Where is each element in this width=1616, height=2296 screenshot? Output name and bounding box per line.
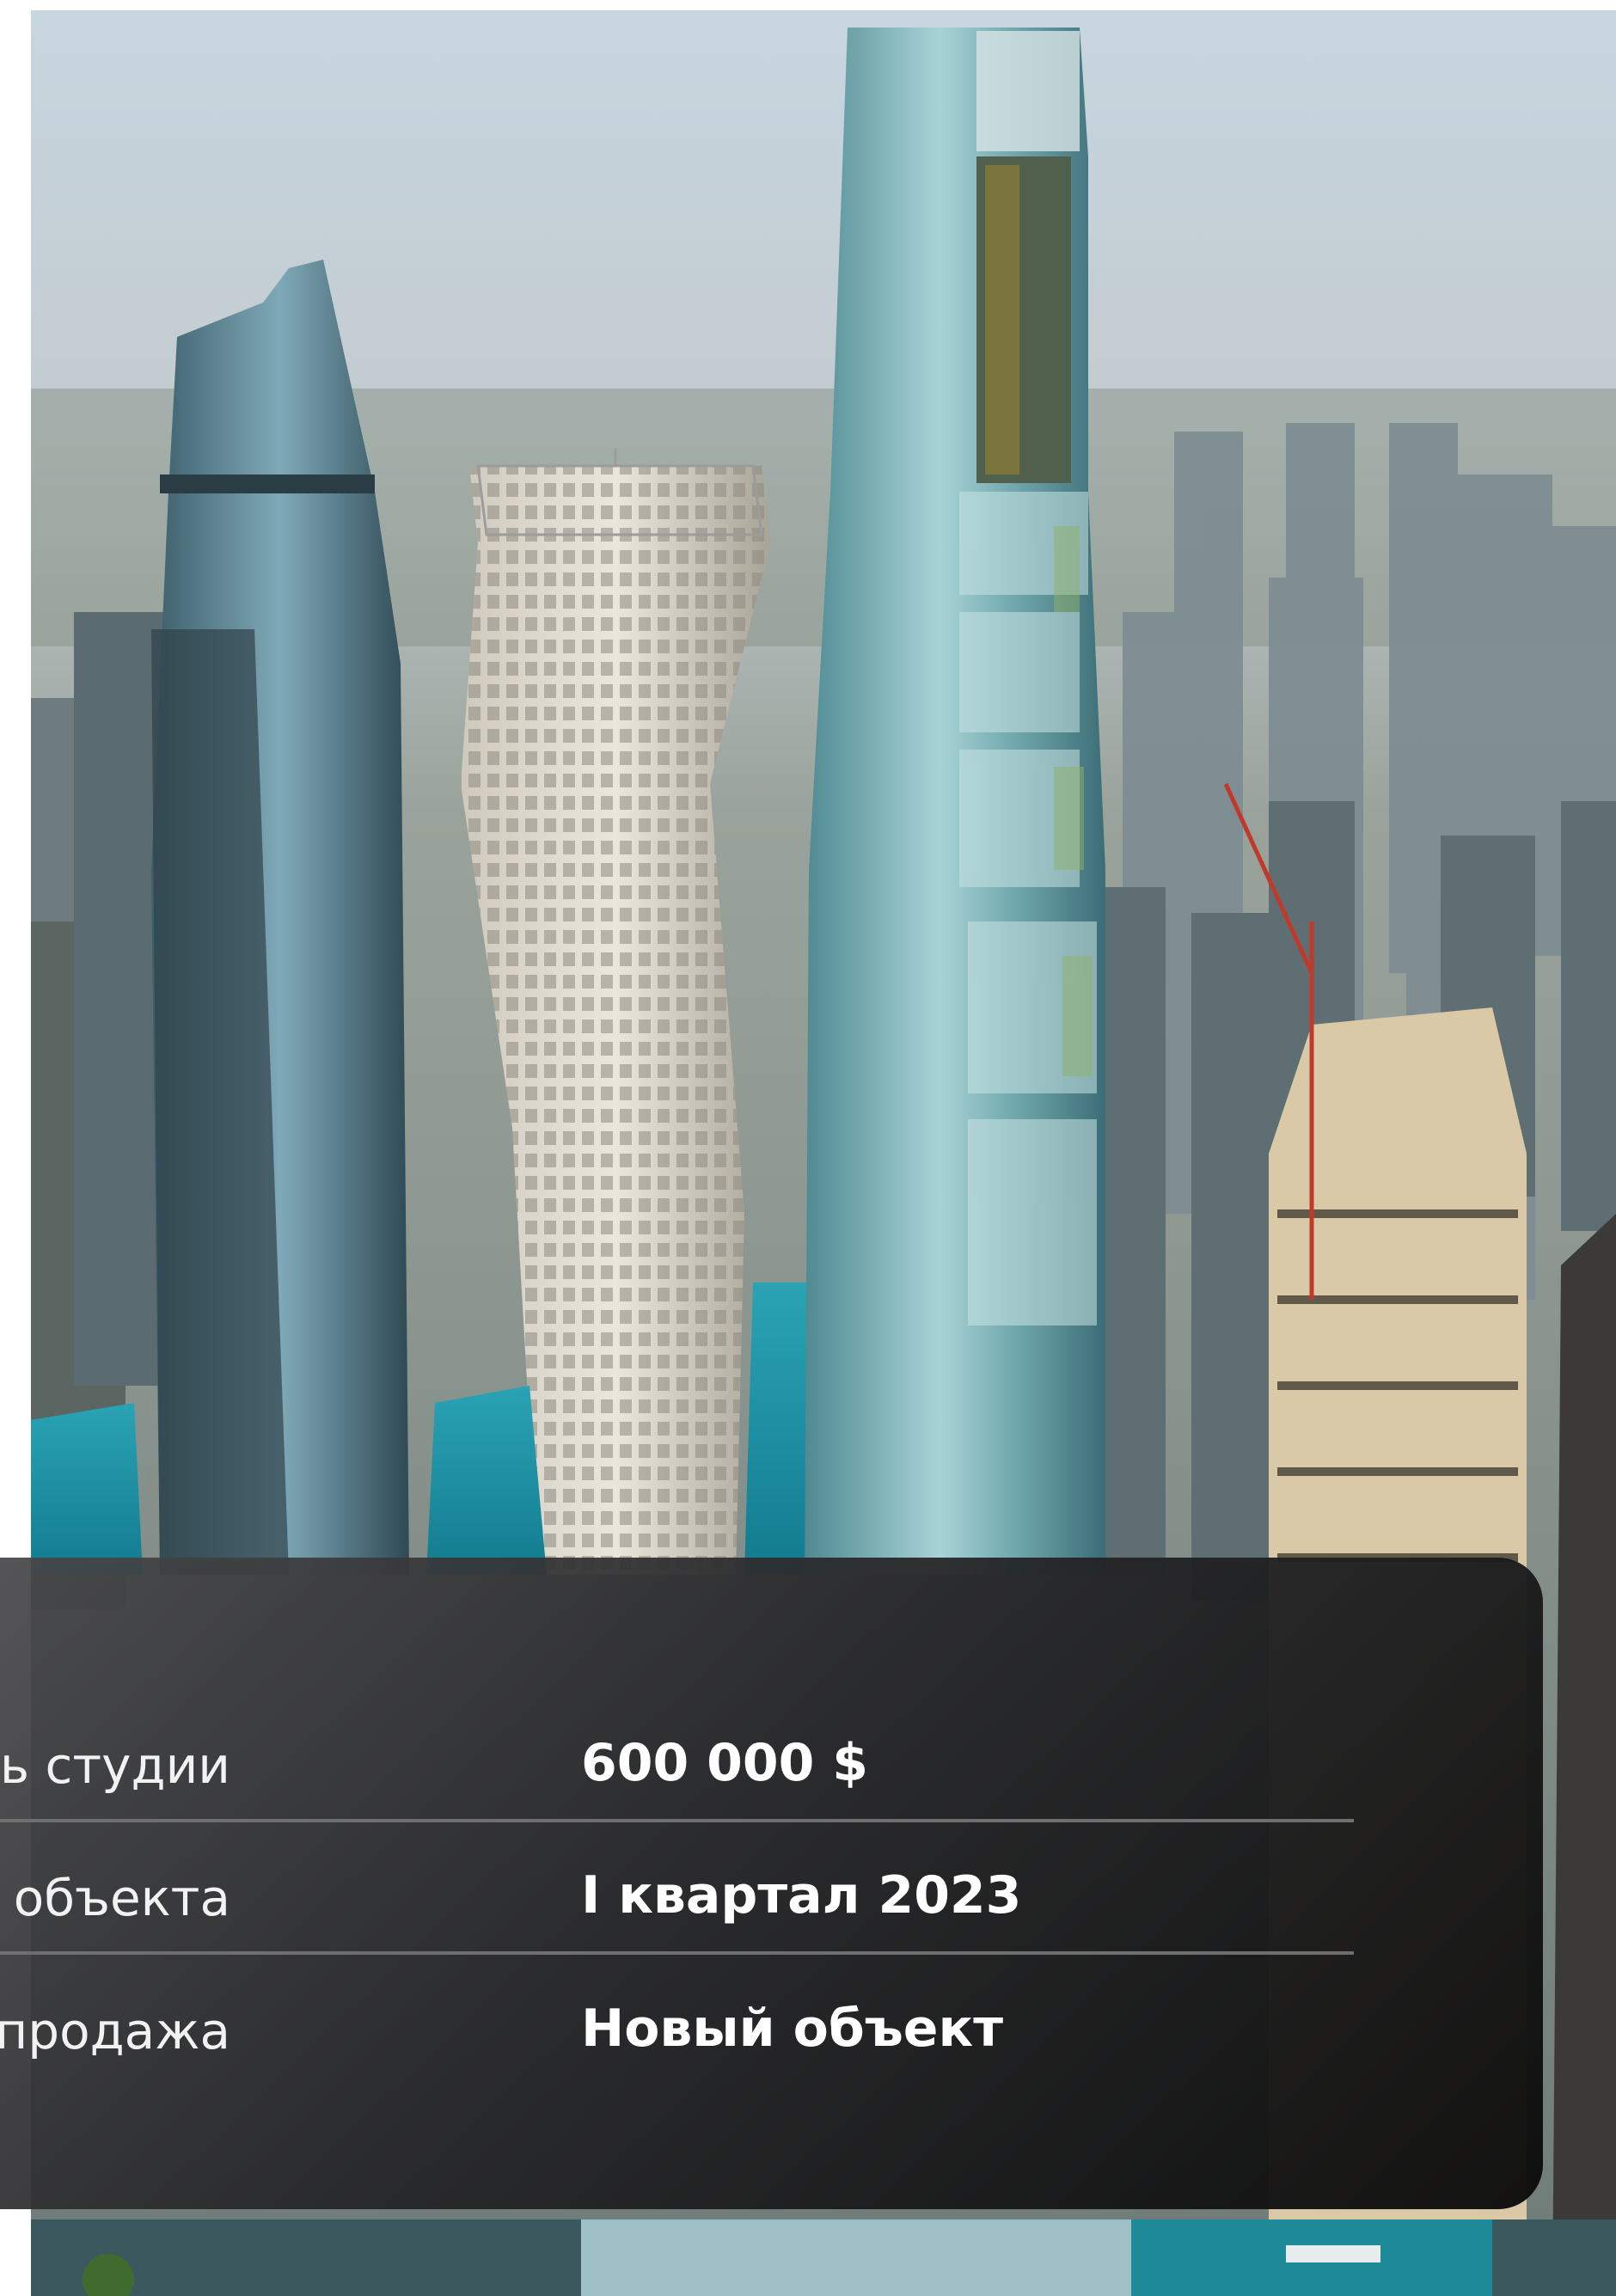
sale-type-value: Новый объект [581, 1999, 1003, 2059]
property-info-card: Стоимость студии 600 000 $ Сроки сдачи о… [0, 1558, 1543, 2209]
completion-value: I квартал 2023 [581, 1865, 1022, 1926]
row-divider [0, 1819, 1354, 1822]
completion-label: Сроки сдачи объекта [0, 1869, 230, 1927]
row-divider [0, 1951, 1354, 1955]
sale-type-row: Тип продажа Новый объект [0, 1973, 1354, 2105]
price-label: Стоимость студии [0, 1736, 230, 1795]
sale-type-label: Тип продажа [0, 2002, 230, 2060]
price-value: 600 000 $ [581, 1733, 869, 1793]
